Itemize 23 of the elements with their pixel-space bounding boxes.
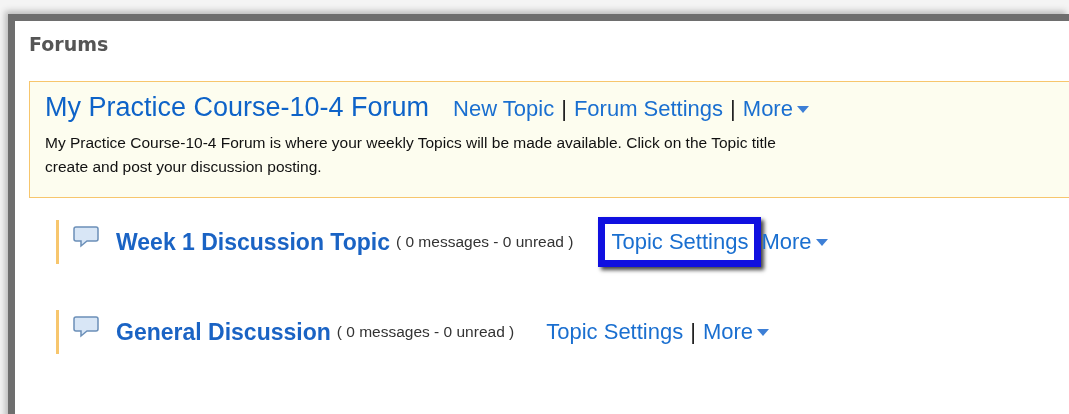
more-menu[interactable]: More (761, 229, 828, 255)
speech-bubble-icon (73, 316, 99, 338)
forum-description: My Practice Course-10-4 Forum is where your weekly Topics will be made available. Click on the Topic title (45, 133, 776, 153)
more-menu[interactable]: More (742, 96, 809, 122)
separator: | (730, 96, 736, 122)
topic-title[interactable]: Week 1 Discussion Topic (116, 228, 390, 256)
caret-icon (757, 328, 770, 336)
topic-settings-link[interactable]: Topic Settings (546, 319, 684, 345)
more-menu[interactable]: More (702, 319, 770, 345)
speech-bubble-icon (73, 226, 99, 248)
message-counts: ( 0 messages - 0 unread ) (395, 233, 574, 251)
topic-settings-link[interactable]: Topic Settings (598, 217, 762, 267)
caret-icon (815, 238, 828, 246)
separator: | (561, 96, 567, 122)
message-counts: ( 0 messages - 0 unread ) (336, 323, 515, 341)
forum-link[interactable]: Forum Settings (573, 96, 724, 122)
forum-title[interactable]: My Practice Course-10-4 Forum (45, 92, 430, 123)
forum-description: create and post your discussion posting. (45, 157, 322, 177)
topic-title[interactable]: General Discussion (116, 318, 331, 346)
forum-link[interactable]: New Topic (453, 96, 555, 122)
caret-icon (796, 105, 809, 113)
separator: | (690, 319, 696, 345)
page-title: Forums (29, 32, 110, 57)
